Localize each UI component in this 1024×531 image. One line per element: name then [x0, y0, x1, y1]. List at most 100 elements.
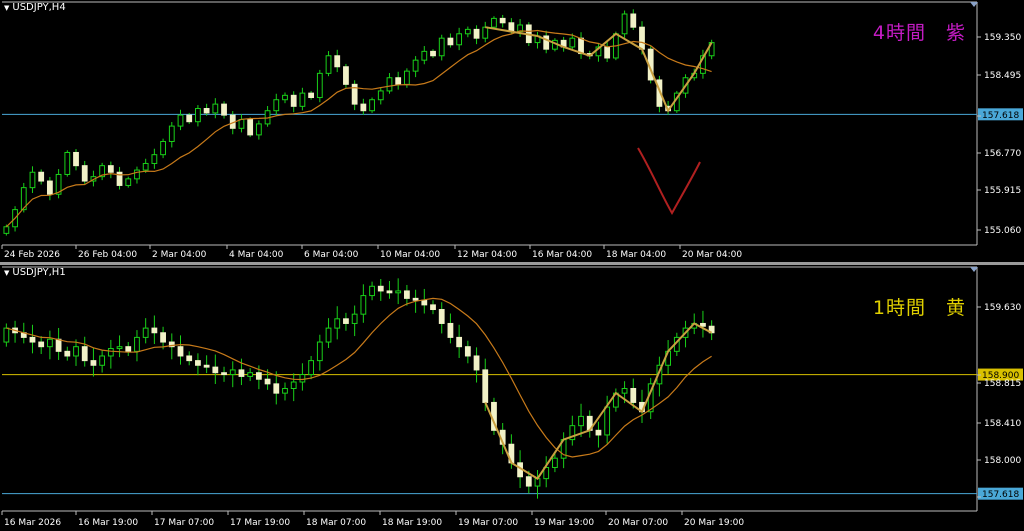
candle-body-bear — [212, 366, 219, 374]
time-tick-label: 26 Feb 04:00 — [78, 250, 137, 260]
time-tick-label: 16 Mar 2026 — [4, 518, 61, 528]
candle-body-bear — [377, 285, 384, 292]
candle-body-bear — [360, 103, 367, 112]
h4-chart-svg[interactable]: 157.618 159.350 158.495 156.770 155.915 155.0… — [0, 0, 1024, 263]
time-tick-label: 10 Mar 04:00 — [380, 250, 440, 260]
candle-body-bull — [412, 59, 419, 72]
candle-body-bear — [482, 369, 489, 403]
candle-body-bear — [151, 327, 158, 334]
candle-body-bear — [38, 341, 45, 348]
candle-body-bull — [125, 178, 132, 186]
candle-body-bull — [438, 37, 445, 57]
candle-body-bull — [552, 457, 558, 468]
time-tick-label: 12 Mar 04:00 — [457, 250, 517, 260]
candle-body-bear — [464, 346, 471, 357]
h1-chart-svg[interactable]: 158.900157.618159.630158.815158.410158.0… — [0, 265, 1024, 531]
candle-body-bull — [325, 55, 332, 74]
candle-body-bull — [116, 346, 123, 350]
candle-body-bull — [142, 162, 149, 171]
candle-body-bull — [282, 94, 288, 101]
time-tick-label: 20 Mar 04:00 — [682, 250, 742, 260]
candle-body-bear — [334, 55, 341, 68]
time-tick-label: 2 Mar 04:00 — [152, 250, 207, 260]
candle-body-bull — [142, 327, 149, 338]
candle-body-bear — [630, 13, 637, 28]
candles-group — [3, 9, 715, 236]
candle-body-bull — [377, 90, 384, 101]
price-tick-label: 158.410 — [984, 419, 1021, 429]
candles-group — [3, 278, 715, 499]
moving-average-line — [5, 29, 712, 228]
candle-body-bear — [221, 103, 227, 116]
time-tick-label: 17 Mar 07:00 — [154, 518, 214, 528]
candle-body-bull — [578, 415, 584, 427]
candle-body-bull — [395, 290, 402, 294]
price-tick-label: 158.495 — [984, 71, 1021, 81]
time-tick-label: 20 Mar 07:00 — [608, 518, 668, 528]
candle-body-bear — [499, 17, 506, 24]
candle-body-bear — [386, 290, 393, 294]
candle-body-bull — [151, 154, 158, 164]
candle-body-bull — [621, 388, 628, 394]
candle-body-bull — [482, 26, 489, 39]
candle-body-bull — [325, 327, 332, 343]
candle-body-bull — [238, 119, 245, 129]
candle-body-bull — [282, 388, 288, 394]
candle-body-bull — [299, 92, 306, 107]
candle-body-bear — [273, 383, 280, 394]
candle-body-bear — [203, 108, 210, 114]
candle-body-bear — [46, 180, 53, 195]
candle-body-bear — [73, 151, 79, 167]
candle-body-bear — [55, 338, 62, 352]
candle-body-bull — [621, 13, 628, 35]
candle-body-bear — [247, 119, 254, 136]
candle-body-bear — [107, 165, 114, 173]
time-tick-label: 19 Mar 07:00 — [458, 518, 518, 528]
candle-body-bull — [229, 369, 236, 376]
candle-body-bull — [456, 33, 463, 46]
candle-body-bull — [369, 285, 375, 297]
h1-chart-panel[interactable]: ▼ USDJPY,H1 1時間 黄 158.900 157.618 159.630 15… — [0, 265, 1024, 531]
candle-body-bull — [29, 171, 36, 189]
price-tick-label: 159.350 — [984, 33, 1021, 43]
candle-body-bull — [351, 313, 358, 324]
h4-symbol-label: ▼ USDJPY,H4 — [4, 2, 66, 13]
candle-body-bull — [134, 336, 140, 352]
candle-body-bull — [334, 318, 341, 329]
candle-body-bull — [369, 99, 375, 112]
price-line-label: 157.618 — [982, 111, 1019, 121]
candle-body-bull — [107, 348, 114, 357]
time-tick-label: 6 Mar 04:00 — [304, 250, 359, 260]
candle-body-bear — [238, 369, 245, 377]
price-tick-label: 158.000 — [984, 456, 1021, 466]
candle-body-bear — [221, 372, 227, 376]
candle-body-bear — [473, 28, 480, 39]
candle-body-bear — [29, 336, 36, 343]
candle-body-bear — [421, 299, 428, 306]
candle-body-bear — [430, 50, 436, 57]
candle-body-bear — [447, 37, 454, 46]
candle-body-bull — [177, 114, 184, 127]
candle-body-bull — [247, 372, 254, 377]
time-tick-label: 18 Mar 07:00 — [306, 518, 366, 528]
price-tick-label: 155.060 — [984, 226, 1021, 236]
candle-body-bear — [264, 378, 271, 385]
candle-body-bull — [403, 70, 410, 85]
candle-body-bear — [160, 332, 166, 343]
h4-chart-panel[interactable]: ▼ USDJPY,H4 4時間 紫 157.618 159.350 158.495 15… — [0, 0, 1024, 263]
candle-body-bear — [473, 355, 480, 371]
candle-body-bull — [212, 103, 219, 114]
candle-body-bear — [438, 309, 445, 324]
candle-body-bull — [73, 346, 79, 357]
candle-body-bull — [290, 381, 297, 390]
candle-body-bull — [46, 338, 53, 348]
price-tick-label: 158.815 — [984, 379, 1021, 389]
candle-body-bear — [81, 346, 88, 362]
candle-body-bear — [639, 26, 645, 50]
candle-body-bull — [168, 125, 175, 142]
candle-body-bear — [186, 114, 193, 123]
candle-body-bear — [177, 346, 184, 357]
candle-body-bear — [64, 350, 71, 357]
price-tick-label: 159.630 — [984, 303, 1021, 313]
candle-body-bull — [464, 28, 471, 35]
